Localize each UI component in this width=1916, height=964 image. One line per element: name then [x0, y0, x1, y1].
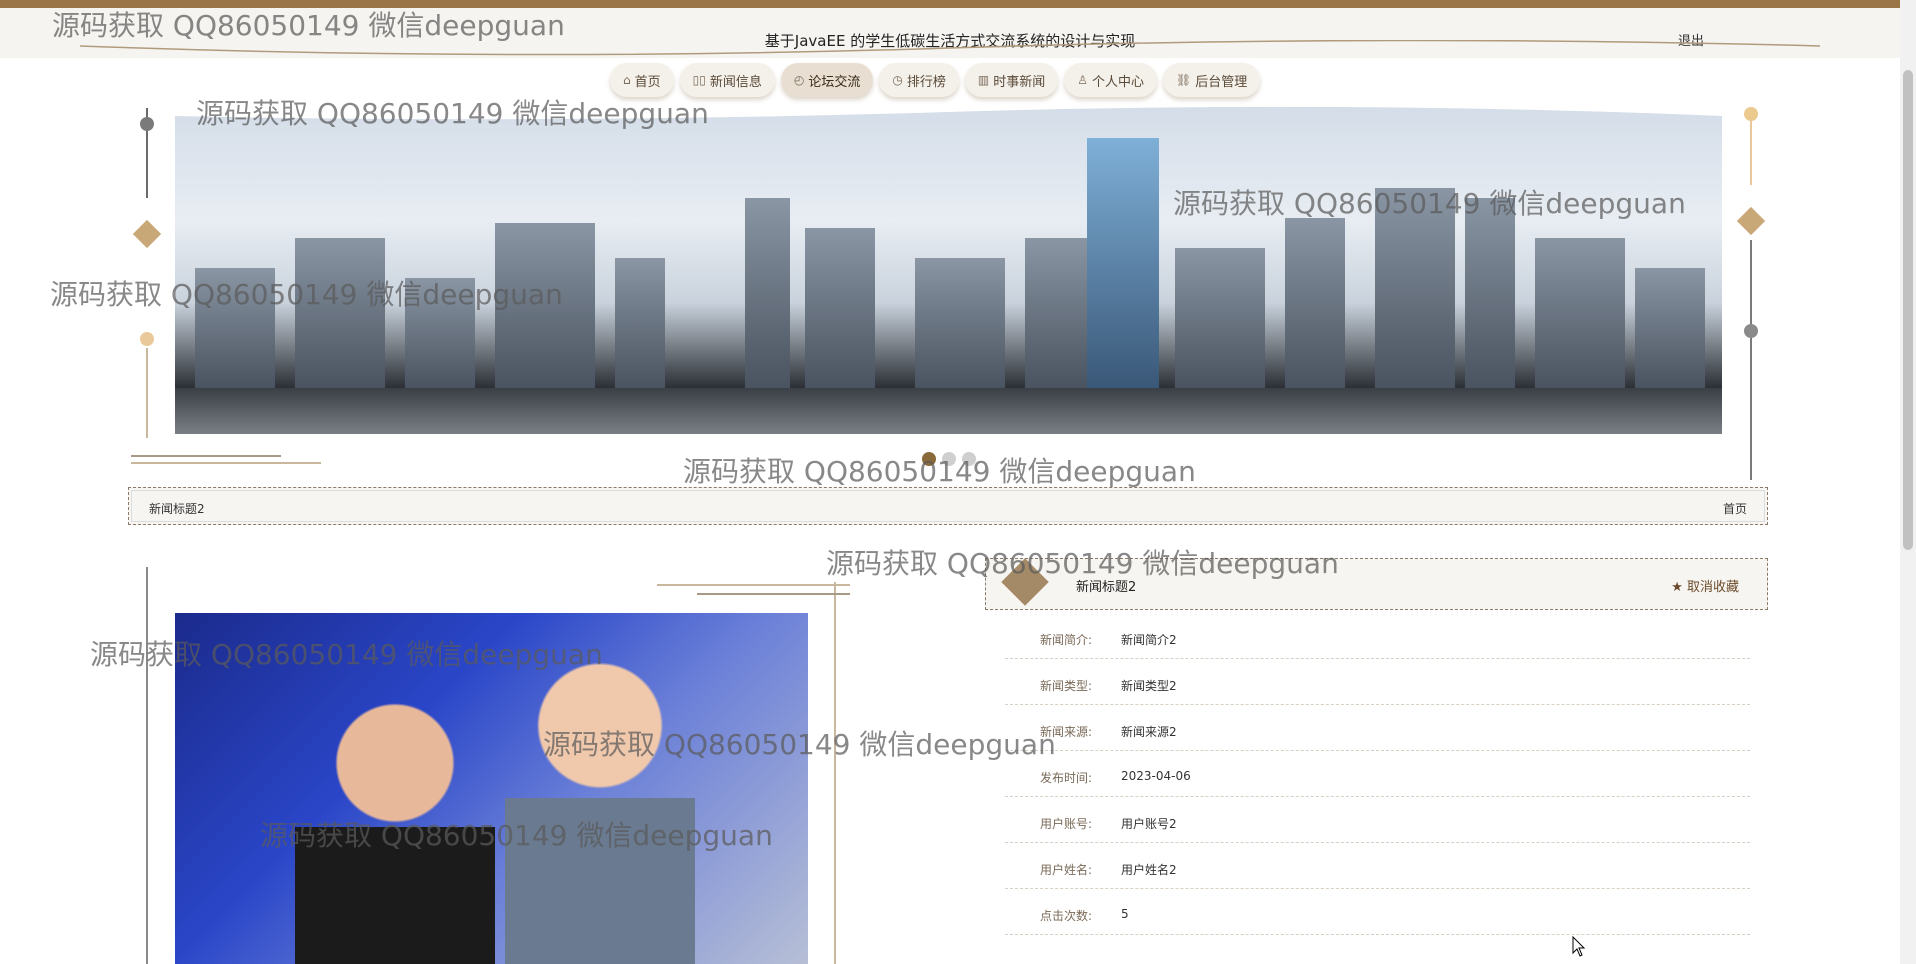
- detail-field-row: 用户姓名: 用户姓名2: [1005, 843, 1750, 889]
- breadcrumb: 新闻标题2 首页: [128, 487, 1768, 525]
- unfavorite-button[interactable]: ★ 取消收藏: [1671, 576, 1739, 595]
- unfavorite-label: 取消收藏: [1686, 580, 1739, 595]
- content-deco-vline-2: [834, 582, 836, 964]
- detail-header: 新闻标题2 ★ 取消收藏: [985, 558, 1768, 610]
- carousel-dot[interactable]: [922, 452, 936, 466]
- nav-item-5[interactable]: ♙ 个人中心: [1064, 63, 1158, 97]
- field-label: 点击次数:: [1040, 909, 1093, 923]
- nav-item-1[interactable]: ▯▯ 新闻信息: [679, 63, 775, 97]
- left-deco-hline-2: [131, 462, 321, 464]
- carousel-dot[interactable]: [942, 452, 956, 466]
- field-label: 新闻类型:: [1040, 679, 1093, 693]
- right-deco-line: [1750, 120, 1752, 185]
- field-value: 新闻简介2: [1121, 633, 1177, 647]
- nav-item-label: 排行榜: [906, 74, 946, 90]
- link-icon: ⛓: [1176, 73, 1192, 87]
- field-label: 用户姓名:: [1040, 863, 1093, 877]
- nav-item-6[interactable]: ⛓ 后台管理: [1163, 63, 1261, 97]
- main-nav: ⌂ 首页 ▯▯ 新闻信息 ◴ 论坛交流 ◷ 排行榜 ▥ 时事新闻 ♙ 个人中心 ⛓ 后台管理: [610, 63, 1261, 99]
- nav-item-0[interactable]: ⌂ 首页: [610, 63, 674, 97]
- detail-field-row: 发布时间: 2023-04-06: [1005, 751, 1750, 797]
- left-deco-diamond: [132, 219, 162, 249]
- left-deco-line-2: [146, 348, 148, 438]
- nav-item-label: 个人中心: [1092, 74, 1145, 90]
- left-deco-dot: [140, 117, 154, 131]
- nav-item-4[interactable]: ▥ 时事新闻: [964, 63, 1059, 97]
- detail-field-row: 新闻简介: 新闻简介2: [1005, 613, 1750, 659]
- right-deco-diamond: [1736, 206, 1766, 236]
- scrollbar-thumb[interactable]: [1903, 70, 1913, 550]
- detail-field-row: 点击次数: 5: [1005, 889, 1750, 935]
- mouse-cursor: [1572, 936, 1586, 957]
- field-label: 新闻来源:: [1040, 725, 1093, 739]
- field-label: 发布时间:: [1040, 771, 1093, 785]
- news-photo: [175, 613, 808, 964]
- right-deco-dot-2: [1744, 324, 1758, 338]
- nav-item-3[interactable]: ◷ 排行榜: [879, 63, 959, 97]
- nav-item-label: 时事新闻: [993, 74, 1046, 90]
- detail-title: 新闻标题2: [1076, 580, 1137, 595]
- field-label: 用户账号:: [1040, 817, 1093, 831]
- content-deco-hline-2: [697, 593, 850, 595]
- field-value: 新闻类型2: [1121, 679, 1177, 693]
- home-icon: ⌂: [623, 73, 631, 87]
- field-label: 新闻简介:: [1040, 633, 1093, 647]
- top-accent-bar: [0, 0, 1916, 8]
- detail-field-row: 新闻来源: 新闻来源2: [1005, 705, 1750, 751]
- right-deco-line-2: [1750, 240, 1752, 480]
- detail-field-row: 新闻类型: 新闻类型2: [1005, 659, 1750, 705]
- header-wave-decoration: [80, 40, 1820, 56]
- right-deco-dot: [1744, 107, 1758, 121]
- banner-carousel-image: [175, 106, 1722, 434]
- nav-item-label: 论坛交流: [808, 74, 861, 90]
- page-scrollbar[interactable]: [1900, 0, 1916, 964]
- breadcrumb-home-link[interactable]: 首页: [1723, 500, 1747, 517]
- nav-item-2[interactable]: ◴ 论坛交流: [780, 63, 874, 97]
- field-value: 用户姓名2: [1121, 863, 1177, 877]
- detail-field-row: 用户账号: 用户账号2: [1005, 797, 1750, 843]
- left-deco-dot-2: [140, 332, 154, 346]
- field-value: 用户账号2: [1121, 817, 1177, 831]
- nav-item-label: 后台管理: [1195, 74, 1248, 90]
- nav-item-label: 新闻信息: [709, 74, 762, 90]
- carousel-indicators: [922, 452, 976, 466]
- content-deco-vline: [146, 567, 148, 964]
- clock-icon: ◷: [892, 73, 903, 87]
- forum-icon: ◴: [793, 73, 805, 87]
- news-icon: ▯▯: [692, 73, 706, 87]
- content-deco-hline: [657, 584, 850, 586]
- field-value: 5: [1121, 907, 1129, 921]
- left-deco-hline: [131, 455, 281, 457]
- nav-item-label: 首页: [634, 74, 661, 90]
- breadcrumb-current: 新闻标题2: [149, 502, 205, 516]
- field-value: 新闻来源2: [1121, 725, 1177, 739]
- user-icon: ♙: [1077, 73, 1088, 87]
- title-badge-decoration: [1001, 558, 1049, 606]
- star-icon: ★: [1671, 580, 1683, 595]
- carousel-dot[interactable]: [962, 452, 976, 466]
- field-value: 2023-04-06: [1121, 769, 1191, 783]
- building-icon: ▥: [977, 73, 990, 87]
